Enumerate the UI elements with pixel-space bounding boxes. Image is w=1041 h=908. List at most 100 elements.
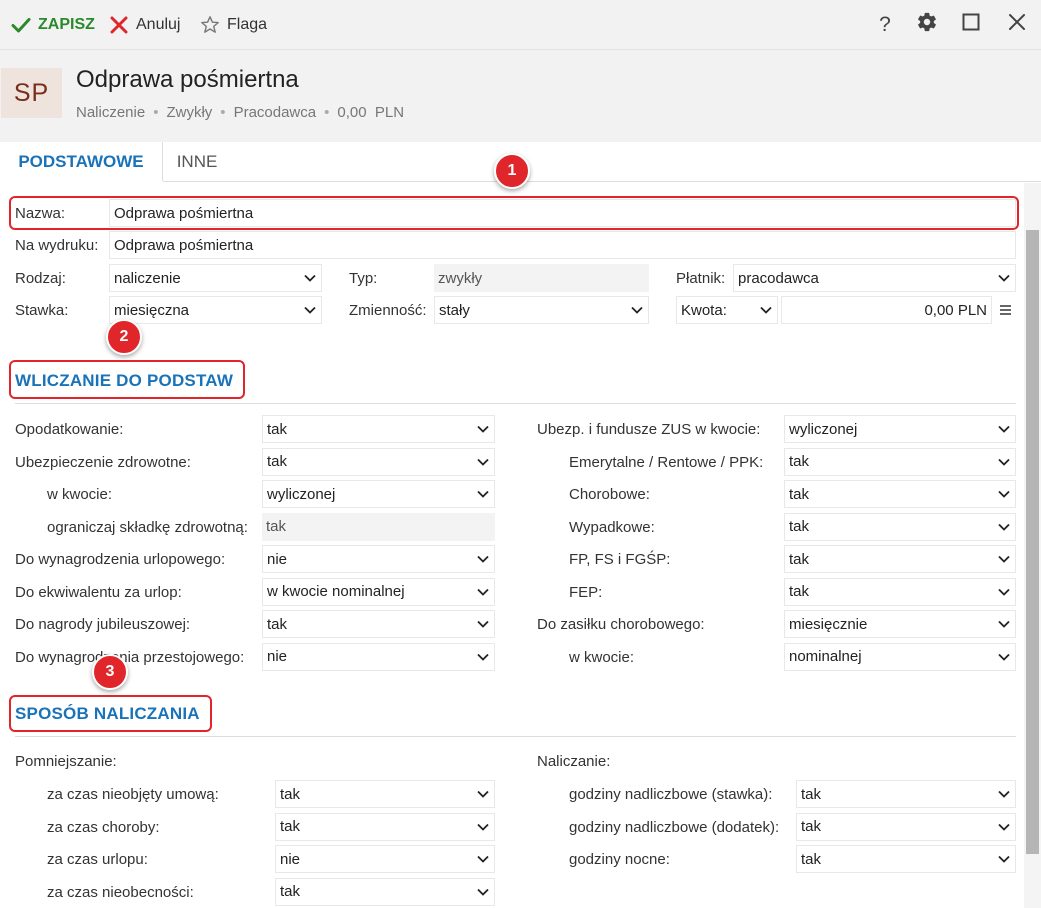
chevron-down-icon [997, 487, 1011, 501]
kwota-menu-button[interactable] [994, 296, 1016, 324]
zmiennosc-select[interactable]: stały [434, 296, 649, 324]
wydruk-label: Na wydruku: [15, 237, 99, 254]
fp-fs-i-fgśp-select[interactable]: tak [784, 545, 1016, 573]
za-czas-nieobjęty-umową-select[interactable]: tak [275, 780, 495, 808]
tab-podstawowe[interactable]: PODSTAWOWE [0, 142, 163, 182]
godziny-nadliczbowe-stawka-select[interactable]: tak [796, 780, 1016, 808]
kwota-input[interactable]: 0,00 PLN [781, 296, 992, 324]
chevron-down-icon [997, 852, 1011, 866]
help-button[interactable]: ? [872, 12, 898, 38]
question-icon: ? [879, 13, 891, 36]
flag-button[interactable]: Flaga [199, 13, 267, 37]
cancel-label: Anuluj [136, 16, 181, 33]
do-wynagrodzenia-urlopowego-value: nie [267, 550, 288, 568]
kwota-select[interactable]: Kwota: [676, 296, 778, 324]
do-ekwiwalentu-za-urlop-value: w kwocie nominalnej [267, 583, 405, 600]
x-icon [108, 14, 130, 36]
separator-dot: • [153, 104, 159, 121]
fep-label: FEP: [569, 583, 603, 601]
ubezp-i-fundusze-zus-w-kwocie-label: Ubezp. i fundusze ZUS w kwocie: [537, 421, 761, 438]
w-kwocie-select[interactable]: wyliczonej [262, 480, 495, 508]
maximize-button[interactable] [958, 12, 984, 38]
do-zasiłku-chorobowego-select[interactable]: miesięcznie [784, 610, 1016, 638]
fp-fs-i-fgśp-value: tak [789, 550, 810, 568]
w-kwocie-value: wyliczonej [267, 485, 336, 503]
za-czas-choroby-select[interactable]: tak [275, 812, 495, 841]
chevron-down-icon [476, 787, 490, 801]
wypadkowe-select[interactable]: tak [784, 512, 1016, 541]
platnik-value: pracodawca [738, 269, 819, 287]
chevron-down-icon [997, 820, 1011, 834]
tab-inne[interactable]: INNE [163, 142, 231, 182]
cancel-button[interactable]: Anuluj [108, 13, 180, 37]
do-nagrody-jubileuszowej-label: Do nagrody jubileuszowej: [15, 616, 191, 633]
opodatkowanie-select[interactable]: tak [262, 415, 495, 443]
wydruk-input[interactable]: Odprawa pośmiertna [109, 231, 1016, 259]
chevron-down-icon [476, 650, 490, 664]
chorobowe-select[interactable]: tak [784, 480, 1016, 508]
rodzaj-select[interactable]: naliczenie [109, 264, 322, 292]
platnik-select[interactable]: pracodawca [733, 264, 1016, 292]
separator-dot: • [220, 104, 226, 121]
godziny-nadliczbowe-stawka-value: tak [801, 785, 822, 803]
do-nagrody-jubileuszowej-value: tak [267, 615, 288, 633]
fep-value: tak [789, 583, 810, 600]
save-button[interactable]: ZAPISZ [10, 13, 95, 37]
callout-badge-3: 3 [92, 654, 128, 690]
chevron-down-icon [997, 650, 1011, 664]
chevron-down-icon [997, 617, 1011, 631]
stawka-select[interactable]: miesięczna [109, 296, 322, 324]
za-czas-choroby-value: tak [280, 818, 301, 835]
callout-badge-1: 1 [494, 153, 530, 189]
stawka-value: miesięczna [114, 301, 190, 319]
w-kwocie-label: w kwocie: [569, 648, 635, 666]
chevron-down-icon [997, 271, 1011, 285]
naliczanie-label: Naliczanie: [537, 753, 611, 770]
section-divider [15, 736, 1016, 737]
emerytalne-rentowe-ppk-value: tak [789, 453, 810, 470]
highlight-wliczanie [9, 360, 245, 399]
godziny-nocne-select[interactable]: tak [796, 845, 1016, 873]
star-icon [199, 14, 221, 36]
do-ekwiwalentu-za-urlop-label: Do ekwiwalentu za urlop: [15, 583, 182, 601]
subtitle-type: Naliczenie [76, 104, 146, 121]
close-button[interactable] [1004, 12, 1030, 38]
page-title: Odprawa pośmiertna [76, 66, 299, 93]
do-wynagrodzenia-przestojowego-select[interactable]: nie [262, 642, 495, 671]
highlight-nazwa [9, 196, 1019, 230]
chevron-down-icon [759, 303, 773, 317]
flag-label: Flaga [227, 16, 268, 33]
za-czas-nieobecności-select[interactable]: tak [275, 877, 495, 906]
zmiennosc-label: Zmienność: [349, 302, 427, 319]
w-kwocie-select[interactable]: nominalnej [784, 642, 1016, 671]
ubezpieczenie-zdrowotne-select[interactable]: tak [262, 447, 495, 476]
do-ekwiwalentu-za-urlop-select[interactable]: w kwocie nominalnej [262, 577, 495, 606]
godziny-nadliczbowe-stawka-label: godziny nadliczbowe (stawka): [569, 786, 773, 803]
scrollbar-thumb[interactable] [1026, 230, 1039, 854]
za-czas-urlopu-value: nie [280, 850, 301, 868]
chorobowe-value: tak [789, 485, 810, 503]
opodatkowanie-label: Opodatkowanie: [15, 421, 124, 438]
opodatkowanie-value: tak [267, 420, 288, 438]
za-czas-urlopu-select[interactable]: nie [275, 845, 495, 873]
chevron-down-icon [476, 885, 490, 899]
subtitle-payer: Pracodawca [233, 104, 317, 121]
fep-select[interactable]: tak [784, 577, 1016, 606]
ubezp-i-fundusze-zus-w-kwocie-select[interactable]: wyliczonej [784, 415, 1016, 443]
settings-button[interactable] [914, 12, 940, 38]
gear-icon [916, 11, 938, 39]
save-label: ZAPISZ [38, 16, 95, 33]
wypadkowe-label: Wypadkowe: [569, 518, 655, 536]
wypadkowe-value: tak [789, 518, 810, 535]
do-nagrody-jubileuszowej-select[interactable]: tak [262, 610, 495, 638]
ograniczaj-składkę-zdrowotną-value: tak [262, 512, 495, 541]
chevron-down-icon [476, 852, 490, 866]
do-wynagrodzenia-urlopowego-select[interactable]: nie [262, 545, 495, 573]
godziny-nadliczbowe-dodatek-select[interactable]: tak [796, 812, 1016, 841]
emerytalne-rentowe-ppk-select[interactable]: tak [784, 447, 1016, 476]
hamburger-icon [999, 302, 1011, 319]
chevron-down-icon [303, 303, 317, 317]
pomniejszanie-label: Pomniejszanie: [15, 753, 117, 770]
za-czas-choroby-label: za czas choroby: [47, 818, 160, 836]
section-divider [15, 403, 1016, 404]
